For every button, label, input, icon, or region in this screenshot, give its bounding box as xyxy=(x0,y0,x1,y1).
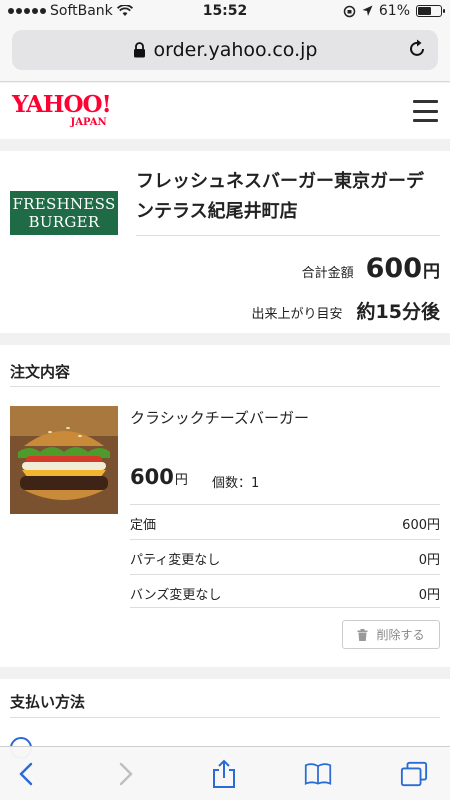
trash-icon xyxy=(357,628,368,641)
status-bar: SoftBank 15:52 61% xyxy=(0,0,450,24)
reload-icon[interactable] xyxy=(406,38,428,60)
total-value: 600 xyxy=(365,253,422,284)
lock-icon xyxy=(133,42,145,58)
site-header: YAHOO! JAPAN xyxy=(0,83,450,139)
item-name: クラシックチーズバーガー xyxy=(130,409,309,427)
bookmarks-button[interactable] xyxy=(304,760,332,788)
divider xyxy=(130,539,440,540)
address-bar[interactable]: order.yahoo.co.jp xyxy=(12,30,438,70)
item-price: 600 円 xyxy=(130,465,188,489)
detail-value: 0円 xyxy=(418,588,440,603)
burger-image xyxy=(10,406,118,514)
url-text: order.yahoo.co.jp xyxy=(153,39,318,61)
store-name: フレッシュネスバーガー東京ガーデンテラス紀尾井町店 xyxy=(136,171,424,222)
menu-icon[interactable] xyxy=(413,100,438,122)
delete-label: 削除する xyxy=(376,628,425,642)
forward-button[interactable] xyxy=(112,760,140,788)
store-card: FRESHNESS BURGER フレッシュネスバーガー東京ガーデンテラス紀尾井… xyxy=(0,151,450,333)
back-button[interactable] xyxy=(12,760,40,788)
battery-percent: 61% xyxy=(378,3,410,19)
yahoo-japan-logo[interactable]: YAHOO! JAPAN xyxy=(12,93,112,128)
detail-label: 定価 xyxy=(130,518,157,533)
tabs-icon xyxy=(400,761,428,787)
item-price-unit: 円 xyxy=(174,473,188,488)
divider xyxy=(130,504,440,505)
payment-section-title: 支払い方法 xyxy=(10,693,86,711)
divider xyxy=(130,574,440,575)
eta-label: 出来上がり目安 xyxy=(251,307,343,322)
divider xyxy=(10,717,440,718)
detail-value: 600円 xyxy=(402,518,440,533)
location-icon xyxy=(362,5,373,16)
share-icon xyxy=(213,759,235,788)
eta-row: 出来上がり目安 約15分後 xyxy=(252,297,440,324)
divider xyxy=(130,607,440,608)
eta-value: 約15分後 xyxy=(356,301,440,323)
divider xyxy=(136,235,440,236)
back-arrow-icon xyxy=(19,762,33,786)
total-label: 合計金額 xyxy=(301,266,354,281)
detail-row: バンズ変更なし 0円 xyxy=(130,584,440,603)
tabs-button[interactable] xyxy=(400,760,428,788)
order-section-title: 注文内容 xyxy=(10,363,71,381)
battery-icon xyxy=(416,5,445,17)
total-unit: 円 xyxy=(423,262,440,282)
rotation-lock-icon xyxy=(343,5,356,17)
detail-row: パティ変更なし 0円 xyxy=(130,549,440,568)
detail-row: 定価 600円 xyxy=(130,514,440,533)
divider xyxy=(10,386,440,387)
total-row: 合計金額 600円 xyxy=(302,253,440,284)
item-quantity: 個数：1 xyxy=(212,476,260,491)
order-section: 注文内容 クラシックチーズバーガー 600 円 個数：1 定価 600円 パティ変… xyxy=(0,345,450,667)
detail-value: 0円 xyxy=(418,553,440,568)
browser-toolbar xyxy=(0,746,450,800)
forward-arrow-icon xyxy=(119,762,133,786)
detail-label: パティ変更なし xyxy=(130,553,221,568)
browser-address-area: order.yahoo.co.jp xyxy=(0,24,450,82)
book-icon xyxy=(304,763,332,785)
item-price-value: 600 xyxy=(130,465,174,489)
detail-label: バンズ変更なし xyxy=(130,588,222,603)
share-button[interactable] xyxy=(210,759,238,788)
store-logo: FRESHNESS BURGER xyxy=(10,191,118,235)
delete-button[interactable]: 削除する xyxy=(342,620,440,649)
